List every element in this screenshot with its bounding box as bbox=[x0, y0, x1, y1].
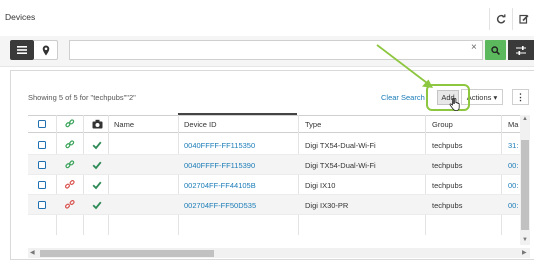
device-id-link[interactable]: 002704FF-FF50D535 bbox=[184, 201, 256, 210]
connected-link-icon bbox=[65, 160, 75, 169]
vertical-scrollbar-thumb[interactable] bbox=[521, 140, 529, 230]
row-checkbox[interactable] bbox=[38, 161, 46, 169]
checkmark-icon bbox=[92, 181, 102, 190]
results-summary: Showing 5 of 5 for "techpubs""2" bbox=[28, 93, 136, 102]
checkmark-icon bbox=[92, 161, 102, 170]
scroll-right-arrow-icon[interactable]: ▶ bbox=[522, 249, 527, 256]
device-mac[interactable]: 00: bbox=[508, 201, 518, 210]
page-title: Devices bbox=[5, 12, 36, 22]
more-options-button[interactable]: ⋮ bbox=[512, 89, 529, 105]
sort-indicator bbox=[178, 113, 297, 115]
row-checkbox[interactable] bbox=[38, 201, 46, 209]
clear-input-icon[interactable]: × bbox=[471, 42, 477, 53]
hand-cursor-icon bbox=[449, 98, 460, 112]
device-id-link[interactable]: 002704FF-FF44105B bbox=[184, 181, 256, 190]
device-group: techpubs bbox=[432, 181, 463, 190]
device-id-link[interactable]: 0040FFFF-FF115350 bbox=[184, 141, 255, 150]
edit-columns-button[interactable] bbox=[512, 8, 534, 30]
title-bar bbox=[0, 0, 534, 37]
checkmark-icon bbox=[92, 141, 102, 150]
camera-icon bbox=[92, 119, 103, 129]
sliders-icon bbox=[516, 45, 526, 55]
device-id-link[interactable]: 0040FFFF-FF115390 bbox=[184, 161, 255, 170]
column-header-name[interactable]: Name bbox=[114, 120, 134, 129]
disconnected-link-icon bbox=[65, 180, 75, 189]
column-header-device-id[interactable]: Device ID bbox=[184, 120, 217, 129]
edit-icon bbox=[519, 14, 529, 24]
device-mac[interactable]: 00: bbox=[508, 161, 518, 170]
device-mac[interactable]: 00: bbox=[508, 181, 518, 190]
column-header-mac[interactable]: Ma bbox=[508, 120, 518, 129]
callout-arrow-icon bbox=[376, 44, 433, 88]
device-mac[interactable]: 31: bbox=[508, 141, 518, 150]
map-pin-icon bbox=[42, 45, 49, 55]
row-checkbox[interactable] bbox=[38, 141, 46, 149]
horizontal-scrollbar-thumb[interactable] bbox=[40, 250, 214, 257]
scroll-down-arrow-icon[interactable]: ▼ bbox=[522, 237, 528, 243]
connected-link-icon bbox=[65, 140, 75, 149]
filter-button[interactable] bbox=[508, 40, 534, 60]
link-icon bbox=[65, 119, 75, 128]
row-checkbox[interactable] bbox=[38, 181, 46, 189]
device-group: techpubs bbox=[432, 201, 463, 210]
device-type: Digi TX54-Dual-Wi-Fi bbox=[305, 161, 376, 170]
device-group: techpubs bbox=[432, 141, 463, 150]
search-icon bbox=[491, 45, 500, 55]
scroll-up-arrow-icon[interactable]: ▲ bbox=[522, 116, 528, 122]
device-group: techpubs bbox=[432, 161, 463, 170]
column-header-type[interactable]: Type bbox=[305, 120, 321, 129]
map-view-button[interactable] bbox=[34, 40, 58, 60]
column-header-group[interactable]: Group bbox=[432, 120, 453, 129]
refresh-button[interactable] bbox=[489, 8, 512, 30]
refresh-icon bbox=[496, 14, 506, 24]
scroll-left-arrow-icon[interactable]: ◀ bbox=[30, 249, 35, 256]
select-all-checkbox[interactable] bbox=[38, 120, 46, 128]
table-header bbox=[28, 115, 529, 133]
search-button[interactable] bbox=[485, 40, 506, 60]
device-type: Digi IX30-PR bbox=[305, 201, 349, 210]
device-type: Digi IX10 bbox=[305, 181, 336, 190]
device-type: Digi TX54-Dual-Wi-Fi bbox=[305, 141, 376, 150]
clear-search-link[interactable]: Clear Search bbox=[381, 93, 425, 102]
checkmark-icon bbox=[92, 201, 102, 210]
list-view-button[interactable] bbox=[10, 40, 34, 60]
disconnected-link-icon bbox=[65, 200, 75, 209]
list-icon bbox=[17, 46, 27, 54]
